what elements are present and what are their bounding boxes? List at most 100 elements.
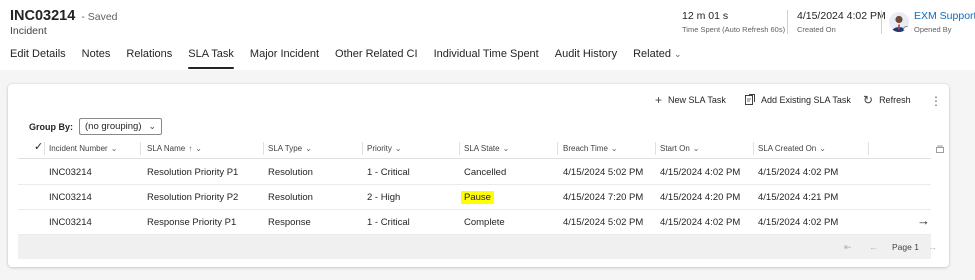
refresh-button[interactable]: ↻ Refresh xyxy=(863,94,911,106)
next-page-icon[interactable]: → xyxy=(928,235,937,259)
cell-sla-created-on: 4/15/2024 4:02 PM xyxy=(758,217,839,228)
column-header-label: SLA Name xyxy=(147,144,186,153)
chevron-down-icon: ⌄ xyxy=(394,144,402,153)
new-sla-task-button[interactable]: + New SLA Task xyxy=(655,94,726,106)
more-commands-icon[interactable]: ⋮ xyxy=(930,94,942,108)
owner-name-link[interactable]: EXM Support xyxy=(914,10,975,22)
column-separator xyxy=(655,142,656,155)
tab-label: Notes xyxy=(81,48,111,60)
created-on-field: 4/15/2024 4:02 PM Created On xyxy=(797,10,886,34)
column-separator xyxy=(753,142,754,155)
first-page-icon[interactable]: ⇤ xyxy=(844,235,852,259)
chevron-down-icon: ⌄ xyxy=(502,144,510,153)
record-tabs: Edit Details Notes Relations SLA Task Ma… xyxy=(0,42,688,69)
column-separator xyxy=(44,142,45,155)
column-settings-icon[interactable] xyxy=(936,144,944,153)
table-row[interactable]: INC03214 Resolution Priority P1 Resoluti… xyxy=(18,160,931,185)
table-row[interactable]: INC03214 Resolution Priority P2 Resoluti… xyxy=(18,185,931,210)
tab-audit-history[interactable]: Audit History xyxy=(555,42,617,68)
cell-start-on: 4/15/2024 4:20 PM xyxy=(660,192,741,203)
tab-notes[interactable]: Notes xyxy=(82,42,111,68)
tab-edit-details[interactable]: Edit Details xyxy=(10,42,66,68)
chevron-down-icon: ⌄ xyxy=(110,144,118,153)
cell-sla-name[interactable]: Resolution Priority P2 xyxy=(147,185,238,210)
table-row[interactable]: INC03214 Response Priority P1 Response 1… xyxy=(18,210,931,235)
add-existing-sla-task-button[interactable]: Add Existing SLA Task xyxy=(745,94,851,105)
cell-sla-state: Cancelled xyxy=(464,167,507,178)
group-by-value: (no grouping) xyxy=(85,121,142,132)
header-divider xyxy=(881,10,882,34)
chevron-down-icon: ⌄ xyxy=(819,144,826,153)
column-header-label: Incident Number xyxy=(49,144,108,153)
cell-sla-type: Resolution xyxy=(268,192,313,203)
open-record-arrow-icon[interactable]: → xyxy=(917,214,930,227)
presence-status-icon xyxy=(903,26,909,32)
cell-priority: 1 - Critical xyxy=(367,217,410,228)
cell-incident-number[interactable]: INC03214 xyxy=(49,160,92,185)
column-header-sla-type[interactable]: SLA Type ⌄ xyxy=(268,138,312,159)
column-header-label: SLA Created On xyxy=(758,144,817,153)
tab-label: Individual Time Spent xyxy=(433,48,539,60)
tab-relations[interactable]: Relations xyxy=(126,42,172,68)
created-on-label: Created On xyxy=(797,25,836,34)
owner-avatar[interactable] xyxy=(889,12,909,32)
refresh-label: Refresh xyxy=(879,95,911,105)
grid-header-row: ✓ Incident Number ⌄ SLA Name ↑ ⌄ SLA Type ⌄ … xyxy=(18,138,944,159)
chevron-down-icon: ⌄ xyxy=(148,121,156,131)
sort-ascending-icon: ↑ xyxy=(188,144,193,153)
owner-field: EXM Support Opened By xyxy=(914,10,975,34)
created-on-value: 4/15/2024 4:02 PM xyxy=(797,10,886,22)
column-separator xyxy=(557,142,558,155)
cell-sla-state: Complete xyxy=(464,217,505,228)
group-by-control: Group By: (no grouping) ⌄ xyxy=(29,118,162,135)
column-header-priority[interactable]: Priority ⌄ xyxy=(367,138,402,159)
tab-label: Audit History xyxy=(554,48,618,60)
tab-individual-time-spent[interactable]: Individual Time Spent xyxy=(434,42,539,68)
cell-sla-type: Resolution xyxy=(268,167,313,178)
cell-priority: 2 - High xyxy=(367,192,401,203)
time-spent-field: 12 m 01 s Time Spent (Auto Refresh 60s) xyxy=(682,10,785,34)
group-by-select[interactable]: (no grouping) ⌄ xyxy=(79,118,162,135)
column-header-sla-name[interactable]: SLA Name ↑ ⌄ xyxy=(147,138,202,159)
chevron-down-icon: ⌄ xyxy=(305,144,312,153)
command-bar: + New SLA Task Add Existing SLA Task ↻ R… xyxy=(0,94,975,108)
add-existing-label: Add Existing SLA Task xyxy=(761,94,851,105)
cell-sla-name[interactable]: Response Priority P1 xyxy=(147,210,236,235)
column-header-incident-number[interactable]: Incident Number ⌄ xyxy=(49,138,117,159)
previous-page-icon[interactable]: ← xyxy=(869,235,878,259)
tab-label: SLA Task xyxy=(188,48,234,60)
tab-label: Major Incident xyxy=(249,48,320,60)
record-type: Incident xyxy=(10,25,47,37)
record-header: INC03214 - Saved Incident 12 m 01 s Time… xyxy=(0,0,975,42)
tab-label: Edit Details xyxy=(10,48,66,60)
cell-incident-number[interactable]: INC03214 xyxy=(49,185,92,210)
cell-sla-state: Pause xyxy=(461,185,494,210)
new-sla-task-label: New SLA Task xyxy=(668,95,726,105)
cell-incident-number[interactable]: INC03214 xyxy=(49,210,92,235)
header-divider xyxy=(787,10,788,34)
column-header-sla-created-on[interactable]: SLA Created On ⌄ xyxy=(758,138,826,159)
cell-sla-name[interactable]: Resolution Priority P1 xyxy=(147,160,238,185)
tab-other-related-ci[interactable]: Other Related CI xyxy=(335,42,418,68)
chevron-down-icon: ⌄ xyxy=(195,144,202,153)
column-header-label: SLA Type xyxy=(268,144,303,153)
column-header-breach-time[interactable]: Breach Time ⌄ xyxy=(563,138,618,159)
cell-breach-time: 4/15/2024 5:02 PM xyxy=(563,167,644,178)
tab-major-incident[interactable]: Major Incident xyxy=(250,42,319,68)
tab-sla-task[interactable]: SLA Task xyxy=(188,42,234,69)
column-header-sla-state[interactable]: SLA State ⌄ xyxy=(464,138,509,159)
column-header-start-on[interactable]: Start On ⌄ xyxy=(660,138,700,159)
tab-related[interactable]: Related ⌄ xyxy=(633,42,681,68)
tab-label: Related xyxy=(633,48,672,60)
time-spent-label: Time Spent (Auto Refresh 60s) xyxy=(682,25,786,34)
cell-breach-time: 4/15/2024 5:02 PM xyxy=(563,217,644,228)
saved-status: - Saved xyxy=(81,11,118,23)
column-header-label: Priority xyxy=(367,144,392,153)
cell-priority: 1 - Critical xyxy=(367,167,410,178)
tab-label: Relations xyxy=(126,48,173,60)
cell-breach-time: 4/15/2024 7:20 PM xyxy=(563,192,644,203)
select-all-checkmark-icon[interactable]: ✓ xyxy=(34,142,43,153)
column-separator xyxy=(362,142,363,155)
column-header-label: Start On xyxy=(660,144,690,153)
cell-sla-type: Response xyxy=(268,217,311,228)
